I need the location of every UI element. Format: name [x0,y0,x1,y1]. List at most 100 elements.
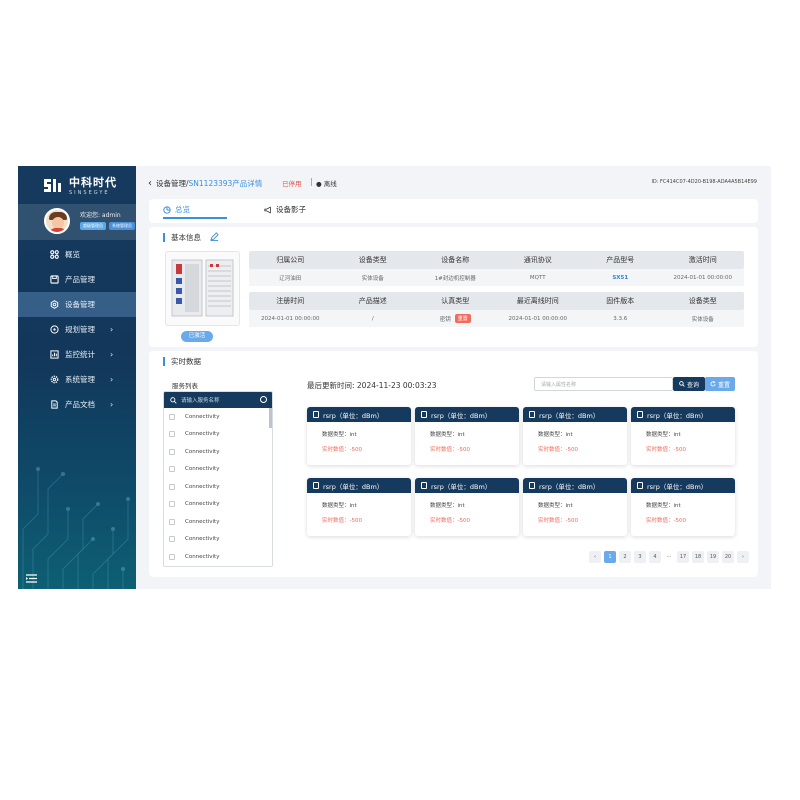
sidebar-item-overview[interactable]: 概览 [18,242,136,267]
service-name: Connectivity [185,431,220,438]
back-arrow-icon[interactable]: ‹ [148,179,152,189]
data-card-title: rsrp（单位：dBm） [539,411,600,420]
data-type: 数据类型：int [646,432,681,438]
role-badge: 系统管理员 [109,222,135,230]
data-card-header: rsrp（单位：dBm） [631,407,735,422]
service-name: Connectivity [185,553,220,560]
sidebar-item-docs[interactable]: 产品文档 › [18,392,136,417]
page-button[interactable]: 19 [707,551,719,563]
data-type: 数据类型：int [646,503,681,509]
checkbox[interactable] [169,413,175,420]
document-icon [637,411,643,418]
sidebar-item-products[interactable]: 产品管理 [18,267,136,292]
service-name: Connectivity [185,483,220,490]
clear-icon[interactable] [260,396,267,403]
sidebar-item-label: 概览 [65,250,80,259]
document-icon [637,482,643,489]
info-table-row-2: 注册时间 产品描述 认真类型 最近离线时间 固件版本 设备类型 2024-01-… [249,292,744,327]
search-icon [170,396,177,404]
status-badge-disabled: 已停用 [282,180,302,188]
avatar[interactable] [44,208,70,234]
list-item[interactable]: Connectivity [164,531,272,549]
grid-icon [50,250,59,259]
tab-overview[interactable]: 总览 [163,204,190,215]
realtime-value: 实时数值：-500 [538,447,578,453]
info-header: 固件版本 [606,297,635,305]
list-item[interactable]: Connectivity [164,426,272,444]
page-button[interactable]: 4 [649,551,661,563]
info-header: 最近离线时间 [516,297,559,305]
app-window: 中科时代 SINSEGYE 欢迎您: admin 超级管理员 系统管理员 概览 … [18,166,771,589]
auth-type-cell: 密钥 重置 [414,310,497,327]
data-card-title: rsrp（单位：dBm） [647,482,708,491]
document-icon [529,482,535,489]
pie-chart-icon [163,205,171,214]
breadcrumb-root[interactable]: 设备管理 [156,178,186,189]
reset-button[interactable]: 重置 [705,377,735,391]
query-label: 查询 [686,381,699,389]
device-id: ID: FC414C07-4D20-B198-ADA4A5B14E99 [651,179,757,185]
list-item[interactable]: Connectivity [164,408,272,426]
control-cabinet-image [171,259,234,317]
document-icon [529,411,535,418]
list-item[interactable]: Connectivity [164,513,272,531]
checkbox[interactable] [169,483,175,490]
top-header: ‹ 设备管理 / SN1123393产品详情 已停用 ● 离线 ID: FC41… [136,166,771,200]
page-button[interactable]: 20 [722,551,734,563]
checkbox[interactable] [169,536,175,543]
query-button[interactable]: 查询 [673,377,705,391]
info-value: 实体设备 [691,316,714,323]
checkbox[interactable] [169,518,175,525]
page-button[interactable]: 1 [604,551,616,563]
sidebar-item-system[interactable]: 系统管理 › [18,367,136,392]
service-search-input[interactable]: 请输入服务名称 [181,396,220,404]
realtime-value: 实时数值：-500 [646,518,686,524]
product-model-link[interactable]: SX51 [579,269,662,286]
data-card-title: rsrp（单位：dBm） [647,411,708,420]
page-button[interactable]: 3 [634,551,646,563]
service-search[interactable]: 请输入服务名称 [164,392,272,408]
info-value: 1#封边机控制器 [434,275,476,282]
menu-toggle-icon[interactable] [26,574,37,583]
circuit-decoration [22,467,130,589]
list-item[interactable]: Connectivity [164,548,272,566]
sidebar-item-monitoring[interactable]: 监控统计 › [18,342,136,367]
checkbox[interactable] [169,553,175,560]
reset-key-button[interactable]: 重置 [454,314,471,323]
breadcrumb: ‹ 设备管理 / SN1123393产品详情 [148,178,262,189]
attribute-search-input[interactable]: 请输入属性名称 [534,377,673,391]
pagination: ‹ 1 2 3 4 ··· 17 18 19 20 › [589,551,749,563]
data-card-title: rsrp（单位：dBm） [323,482,384,491]
user-greeting: 欢迎您: admin [80,212,121,219]
data-card: rsrp（单位：dBm） 数据类型：int 实时数值：-500 [415,478,519,536]
tab-label: 设备影子 [276,205,306,214]
info-value: 2024-01-01 00:00:00 [261,315,320,322]
checkbox[interactable] [169,501,175,508]
next-page-button[interactable]: › [737,551,749,563]
prev-page-button[interactable]: ‹ [589,551,601,563]
service-name: Connectivity [185,413,220,420]
data-card-header: rsrp（单位：dBm） [415,478,519,493]
tab-active-indicator [163,217,227,219]
info-value: 2024-01-01 00:00:00 [508,315,567,322]
tab-device-shadow[interactable]: 设备影子 [264,204,306,215]
refresh-icon [710,381,716,387]
list-item[interactable]: Connectivity [164,496,272,514]
list-item[interactable]: Connectivity [164,443,272,461]
scrollbar[interactable] [269,408,272,428]
checkbox[interactable] [169,448,175,455]
info-table-row-1: 归属公司 设备类型 设备名称 通讯协议 产品型号 激活时间 辽河油田 实体设备 … [249,251,744,286]
sidebar-item-devices[interactable]: 设备管理 [18,292,136,317]
page-button[interactable]: 18 [692,551,704,563]
sidebar-item-planning[interactable]: 规划管理 › [18,317,136,342]
edit-icon[interactable] [210,232,219,241]
realtime-value: 实时数值：-500 [538,518,578,524]
checkbox[interactable] [169,431,175,438]
data-card-title: rsrp（单位：dBm） [431,482,492,491]
list-item[interactable]: Connectivity [164,478,272,496]
checkbox[interactable] [169,466,175,473]
data-type: 数据类型：int [322,503,357,509]
page-button[interactable]: 2 [619,551,631,563]
page-button[interactable]: 17 [677,551,689,563]
list-item[interactable]: Connectivity [164,461,272,479]
